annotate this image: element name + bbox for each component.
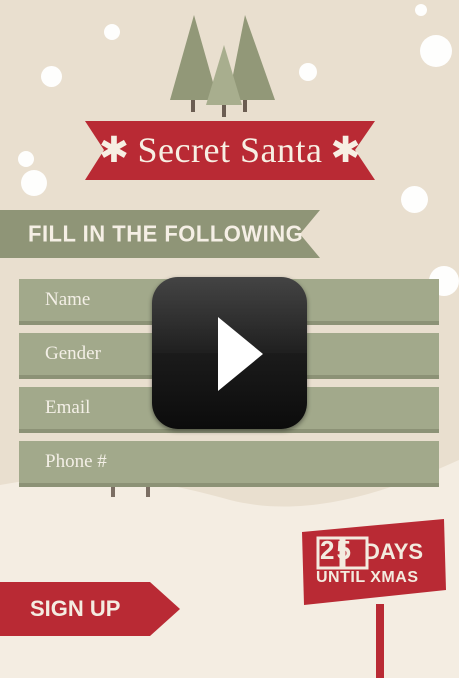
field-label: Email [45, 397, 91, 418]
signup-label: SIGN UP [30, 596, 121, 621]
countdown-sign: 25 DAYS UNTIL XMAS [302, 519, 447, 678]
countdown-caption: UNTIL XMAS [316, 569, 419, 586]
field-label: Phone # [45, 451, 107, 472]
snow-dot [401, 186, 428, 213]
asterisk-icon: ✱ [98, 130, 130, 170]
snow-dot [18, 151, 34, 167]
snow-dot [104, 24, 120, 40]
field-label: Gender [45, 343, 101, 364]
snow-dot [420, 35, 452, 67]
title-label: Secret Santa [137, 130, 323, 170]
asterisk-icon: ✱ [330, 130, 362, 170]
countdown-unit: DAYS [364, 539, 424, 564]
page-title: ✱ Secret Santa ✱ [85, 121, 375, 179]
snow-dot [21, 170, 47, 196]
snow-dot [41, 66, 62, 87]
snow-dot [415, 4, 427, 16]
play-icon [218, 317, 263, 391]
title-banner: ✱ Secret Santa ✱ [85, 121, 375, 179]
field-label: Name [45, 289, 91, 310]
snow-dot [299, 63, 317, 81]
form-header: FILL IN THE FOLLOWING [28, 220, 304, 247]
play-button[interactable] [152, 277, 307, 429]
countdown-number: 25 [320, 535, 353, 565]
phone-field[interactable]: Phone # [19, 441, 439, 487]
